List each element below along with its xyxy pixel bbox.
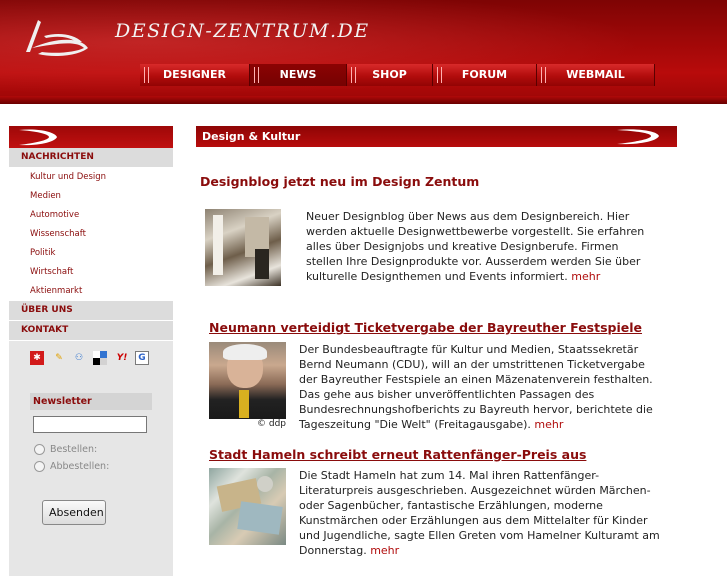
article-text-neumann: Der Bundesbeauftragte für Kultur und Med… <box>299 342 665 432</box>
feature-text: Neuer Designblog über News aus dem Desig… <box>306 209 651 284</box>
article-headline-hameln[interactable]: Stadt Hameln schreibt erneut Rattenfänge… <box>209 447 586 462</box>
nav-webmail[interactable]: WEBMAIL <box>537 64 655 86</box>
sidebar-item-wissenschaft[interactable]: Wissenschaft <box>9 225 173 244</box>
unsubscribe-option[interactable]: Abbestellen: <box>34 459 109 473</box>
nav-label: WEBMAIL <box>566 68 625 81</box>
photo-credit: © ddp <box>257 419 286 429</box>
nav-label: SHOP <box>372 68 407 81</box>
feature-more-link[interactable]: mehr <box>571 270 600 283</box>
article-body: Die Stadt Hameln hat zum 14. Mal ihren R… <box>299 469 660 557</box>
subscribe-label: Bestellen: <box>50 443 98 455</box>
neumann-photo[interactable] <box>209 342 286 419</box>
nav-designer[interactable]: DESIGNER <box>140 64 250 86</box>
newsletter-submit-button[interactable]: Absenden <box>42 500 106 525</box>
subscribe-radio[interactable] <box>34 443 45 455</box>
sidebar: NACHRICHTEN Kultur und Design Medien Aut… <box>9 126 173 576</box>
section-title: Design & Kultur <box>202 130 301 143</box>
sidebar-item-ueber-uns[interactable]: ÜBER UNS <box>9 301 173 321</box>
sidebar-item-automotive[interactable]: Automotive <box>9 206 173 225</box>
google-icon[interactable]: G <box>135 351 149 365</box>
section-bar: Design & Kultur <box>196 126 677 147</box>
sidebar-item-wirtschaft[interactable]: Wirtschaft <box>9 263 173 282</box>
sidebar-item-medien[interactable]: Medien <box>9 187 173 206</box>
article-more-link[interactable]: mehr <box>370 544 399 557</box>
newsletter-title: Newsletter <box>30 393 152 410</box>
article-headline-neumann[interactable]: Neumann verteidigt Ticketvergabe der Bay… <box>209 320 642 335</box>
sidebar-item-kontakt[interactable]: KONTAKT <box>9 321 173 341</box>
sidebar-item-politik[interactable]: Politik <box>9 244 173 263</box>
webnews-icon[interactable]: ✎ <box>52 351 66 365</box>
designblog-photo[interactable] <box>205 209 281 286</box>
nav-label: DESIGNER <box>163 68 226 81</box>
nav-label: FORUM <box>461 68 508 81</box>
newsletter-email-field[interactable] <box>33 416 147 433</box>
mrwong-icon[interactable]: ✱ <box>30 351 44 365</box>
nav-news[interactable]: NEWS <box>250 64 347 86</box>
main-content: Design & Kultur <box>196 126 677 147</box>
unsubscribe-label: Abbestellen: <box>50 460 110 472</box>
nav-label: NEWS <box>279 68 317 81</box>
main-nav: DESIGNER NEWS SHOP FORUM WEBMAIL <box>140 64 655 86</box>
bookmark-icons: ✱ ✎ ⚇ Y! G <box>9 341 173 379</box>
delicious-icon[interactable] <box>93 351 107 365</box>
article-more-link[interactable]: mehr <box>534 418 563 431</box>
yahoo-icon[interactable]: Y! <box>115 351 129 365</box>
subscribe-option[interactable]: Bestellen: <box>34 442 97 456</box>
sidebar-item-nachrichten[interactable]: NACHRICHTEN <box>9 148 173 168</box>
hameln-photo[interactable] <box>209 468 286 545</box>
newsletter-panel: Newsletter Bestellen: Abbestellen: Absen… <box>9 379 173 576</box>
nav-forum[interactable]: FORUM <box>433 64 537 86</box>
swoosh-icon <box>617 129 659 145</box>
nav-shop[interactable]: SHOP <box>347 64 433 86</box>
site-header: DESIGN-ZENTRUM.DE DESIGNER NEWS SHOP FOR… <box>0 0 727 104</box>
feature-headline[interactable]: Designblog jetzt neu im Design Zentum <box>200 174 479 189</box>
unsubscribe-radio[interactable] <box>34 460 45 472</box>
sidebar-item-aktienmarkt[interactable]: Aktienmarkt <box>9 282 173 301</box>
site-title[interactable]: DESIGN-ZENTRUM.DE <box>115 20 370 42</box>
article-body: Der Bundesbeauftragte für Kultur und Med… <box>299 343 653 431</box>
swoosh-icon <box>19 129 57 146</box>
sidebar-item-kultur-und-design[interactable]: Kultur und Design <box>9 168 173 187</box>
linkarena-icon[interactable]: ⚇ <box>72 351 86 365</box>
sidebar-header <box>9 126 173 148</box>
logo-icon[interactable] <box>24 18 88 58</box>
